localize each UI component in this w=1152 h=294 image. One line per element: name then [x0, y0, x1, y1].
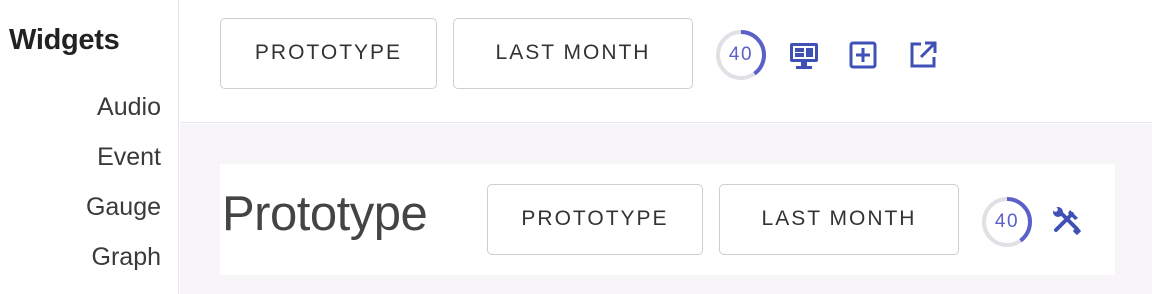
widget-prototype-button[interactable]: PROTOTYPE — [487, 184, 703, 255]
sidebar-list: Audio Event Gauge Graph — [86, 90, 161, 290]
sidebar-item-audio[interactable]: Audio — [86, 90, 161, 140]
widget-last-month-button[interactable]: LAST MONTH — [719, 184, 959, 255]
sidebar: Widgets Audio Event Gauge Graph — [0, 0, 179, 294]
wrench-screwdriver-icon[interactable] — [1050, 204, 1084, 238]
sidebar-item-gauge[interactable]: Gauge — [86, 190, 161, 240]
app-root: Widgets Audio Event Gauge Graph PROTOTYP… — [0, 0, 1152, 294]
desktop-icon[interactable] — [787, 38, 821, 72]
refresh-countdown-value: 40 — [728, 44, 754, 65]
prototype-button[interactable]: PROTOTYPE — [220, 18, 437, 89]
sidebar-item-graph[interactable]: Graph — [86, 240, 161, 290]
top-toolbar: PROTOTYPE LAST MONTH 40 — [180, 0, 1152, 123]
widget-refresh-countdown[interactable]: 40 — [980, 195, 1034, 249]
sidebar-title: Widgets — [9, 24, 120, 56]
refresh-countdown[interactable]: 40 — [714, 28, 768, 82]
open-in-new-icon[interactable] — [906, 38, 940, 72]
widget-refresh-countdown-value: 40 — [994, 211, 1020, 232]
add-box-icon[interactable] — [846, 38, 880, 72]
last-month-button[interactable]: LAST MONTH — [453, 18, 693, 89]
content-area: Prototype PROTOTYPE LAST MONTH 40 — [180, 124, 1152, 294]
sidebar-item-event[interactable]: Event — [86, 140, 161, 190]
widget-title: Prototype — [222, 187, 428, 241]
widget-card: Prototype PROTOTYPE LAST MONTH 40 — [220, 164, 1115, 275]
